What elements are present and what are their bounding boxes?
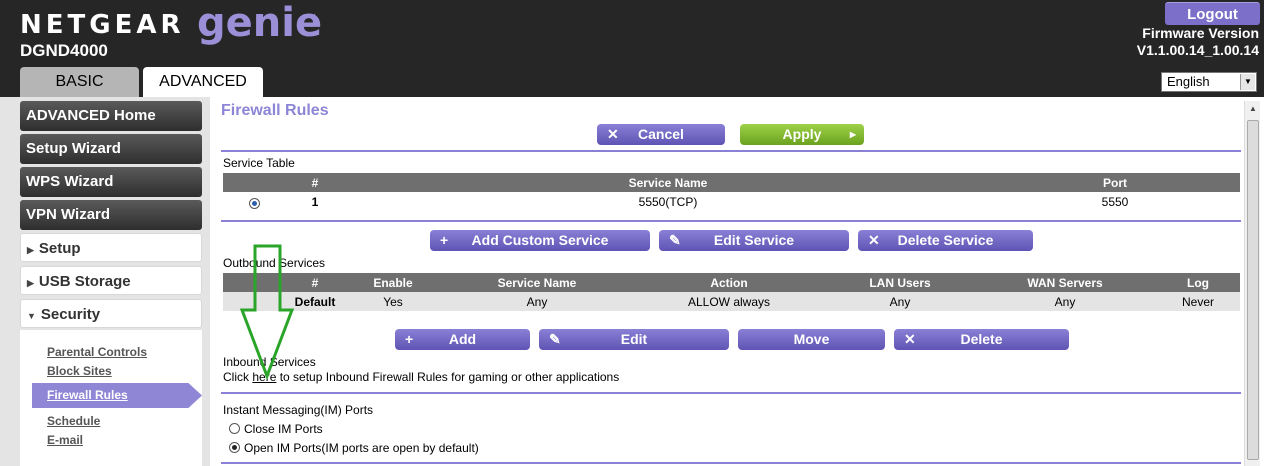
divider [221, 462, 1241, 464]
column-header: Action [710, 276, 748, 290]
sidebar-item-label: Firewall Rules [47, 388, 128, 402]
table-row[interactable]: Default Yes Any ALLOW always Any Any Nev… [223, 292, 1240, 311]
column-header: Port [1103, 176, 1127, 190]
genie-logo: genie [197, 0, 323, 46]
edit-service-button[interactable]: ✎ Edit Service [659, 230, 849, 251]
column-header: # [311, 276, 319, 290]
scrollbar-thumb[interactable] [1247, 120, 1259, 460]
table-cell: Any [889, 295, 911, 309]
delete-service-button[interactable]: ✕ Delete Service [858, 230, 1033, 251]
column-header: WAN Servers [1027, 276, 1103, 290]
move-button[interactable]: Move [738, 329, 885, 350]
column-header: Log [1187, 276, 1209, 290]
column-header: LAN Users [869, 276, 931, 290]
button-label: Edit Service [713, 232, 795, 248]
plus-icon: + [440, 232, 449, 248]
close-im-ports-label: Close IM Ports [244, 422, 323, 436]
close-icon: ✕ [607, 126, 619, 142]
inbound-text-after: to setup Inbound Firewall Rules for gami… [276, 370, 620, 384]
caret-down-icon: ▼ [27, 311, 36, 321]
table-cell: 5550 [1101, 195, 1129, 209]
table-cell: ALLOW always [687, 295, 771, 309]
table-cell: 1 [311, 195, 319, 209]
close-im-ports-radio[interactable] [229, 423, 240, 434]
language-select[interactable]: English ▼ [1161, 72, 1257, 92]
open-im-ports-label: Open IM Ports(IM ports are open by defau… [244, 441, 479, 455]
delete-button[interactable]: ✕ Delete [894, 329, 1069, 350]
arrow-right-icon: ▶ [849, 130, 856, 139]
model-name: DGND4000 [20, 41, 108, 60]
sidebar-section-security[interactable]: ▼ Security [20, 299, 202, 328]
vertical-scrollbar[interactable]: ▲ [1244, 101, 1260, 466]
column-header: Enable [373, 276, 413, 290]
tab-advanced[interactable]: ADVANCED [143, 67, 263, 97]
scroll-up-icon[interactable]: ▲ [1245, 101, 1261, 117]
cancel-button[interactable]: ✕ Cancel [597, 124, 725, 145]
close-icon: ✕ [868, 232, 880, 248]
sidebar-item-schedule[interactable]: Schedule [47, 414, 100, 428]
button-label: Move [793, 331, 830, 347]
sidebar-section-label: Security [40, 306, 101, 323]
outbound-table-header: # Enable Service Name Action LAN Users W… [223, 273, 1240, 292]
trademark-mark: ™ [307, 12, 316, 22]
button-label: Edit [620, 331, 648, 347]
open-im-ports-radio[interactable] [229, 442, 240, 453]
column-header: Service Name [628, 176, 708, 190]
sidebar-item-vpn-wizard[interactable]: VPN Wizard [20, 200, 202, 230]
sidebar-section-label: USB Storage [38, 273, 131, 290]
netgear-logo: NETGEAR [20, 10, 185, 40]
button-label: Add Custom Service [471, 232, 609, 248]
divider [221, 392, 1241, 394]
sidebar-item-advanced-home[interactable]: ADVANCED Home [20, 101, 202, 131]
button-label: Delete Service [897, 232, 994, 248]
edit-button[interactable]: ✎ Edit [539, 329, 729, 350]
divider [221, 220, 1241, 222]
button-label: Add [448, 331, 477, 347]
table-cell: Any [1054, 295, 1076, 309]
firmware-label: Firmware Version [1142, 25, 1259, 41]
firmware-version: V1.1.00.14_1.00.14 [1136, 42, 1259, 58]
page-title: Firewall Rules [221, 102, 329, 119]
add-custom-service-button[interactable]: + Add Custom Service [430, 230, 650, 251]
sidebar-section-setup[interactable]: ▶ Setup [20, 233, 202, 262]
sidebar-item-parental-controls[interactable]: Parental Controls [47, 345, 147, 359]
tab-basic[interactable]: BASIC [20, 67, 139, 97]
sidebar-item-block-sites[interactable]: Block Sites [47, 364, 112, 378]
sidebar-item-wps-wizard[interactable]: WPS Wizard [20, 167, 202, 197]
column-header: # [311, 176, 319, 190]
table-cell: Never [1181, 295, 1215, 309]
logout-button[interactable]: Logout [1165, 2, 1260, 25]
divider [221, 150, 1241, 152]
sidebar-item-setup-wizard[interactable]: Setup Wizard [20, 134, 202, 164]
im-ports-label: Instant Messaging(IM) Ports [223, 403, 374, 417]
table-cell: Any [526, 295, 548, 309]
language-value: English [1167, 74, 1210, 89]
table-row: 1 5550(TCP) 5550 [223, 192, 1240, 211]
caret-right-icon: ▶ [27, 245, 34, 255]
cancel-label: Cancel [638, 126, 684, 142]
apply-label: Apply [782, 126, 822, 142]
sidebar-item-firewall-rules[interactable]: Firewall Rules [32, 383, 202, 408]
pencil-icon: ✎ [669, 232, 681, 248]
sidebar-section-usb-storage[interactable]: ▶ USB Storage [20, 266, 202, 295]
sidebar-section-label: Setup [38, 240, 81, 257]
column-header: Service Name [497, 276, 577, 290]
close-icon: ✕ [904, 331, 916, 347]
annotation-arrow-icon [239, 244, 295, 379]
sidebar-item-email[interactable]: E-mail [47, 433, 83, 447]
table-cell: Default [294, 295, 336, 309]
button-label: Delete [960, 331, 1003, 347]
chevron-down-icon[interactable]: ▼ [1240, 74, 1255, 90]
plus-icon: + [405, 331, 414, 347]
pencil-icon: ✎ [549, 331, 561, 347]
service-table-label: Service Table [223, 156, 295, 170]
service-table-header: # Service Name Port [223, 173, 1240, 192]
service-select-radio[interactable] [249, 198, 260, 209]
add-button[interactable]: + Add [395, 329, 530, 350]
caret-right-icon: ▶ [27, 278, 34, 288]
table-cell: 5550(TCP) [638, 195, 698, 209]
apply-button[interactable]: Apply ▶ [740, 124, 864, 145]
table-cell: Yes [383, 295, 403, 309]
